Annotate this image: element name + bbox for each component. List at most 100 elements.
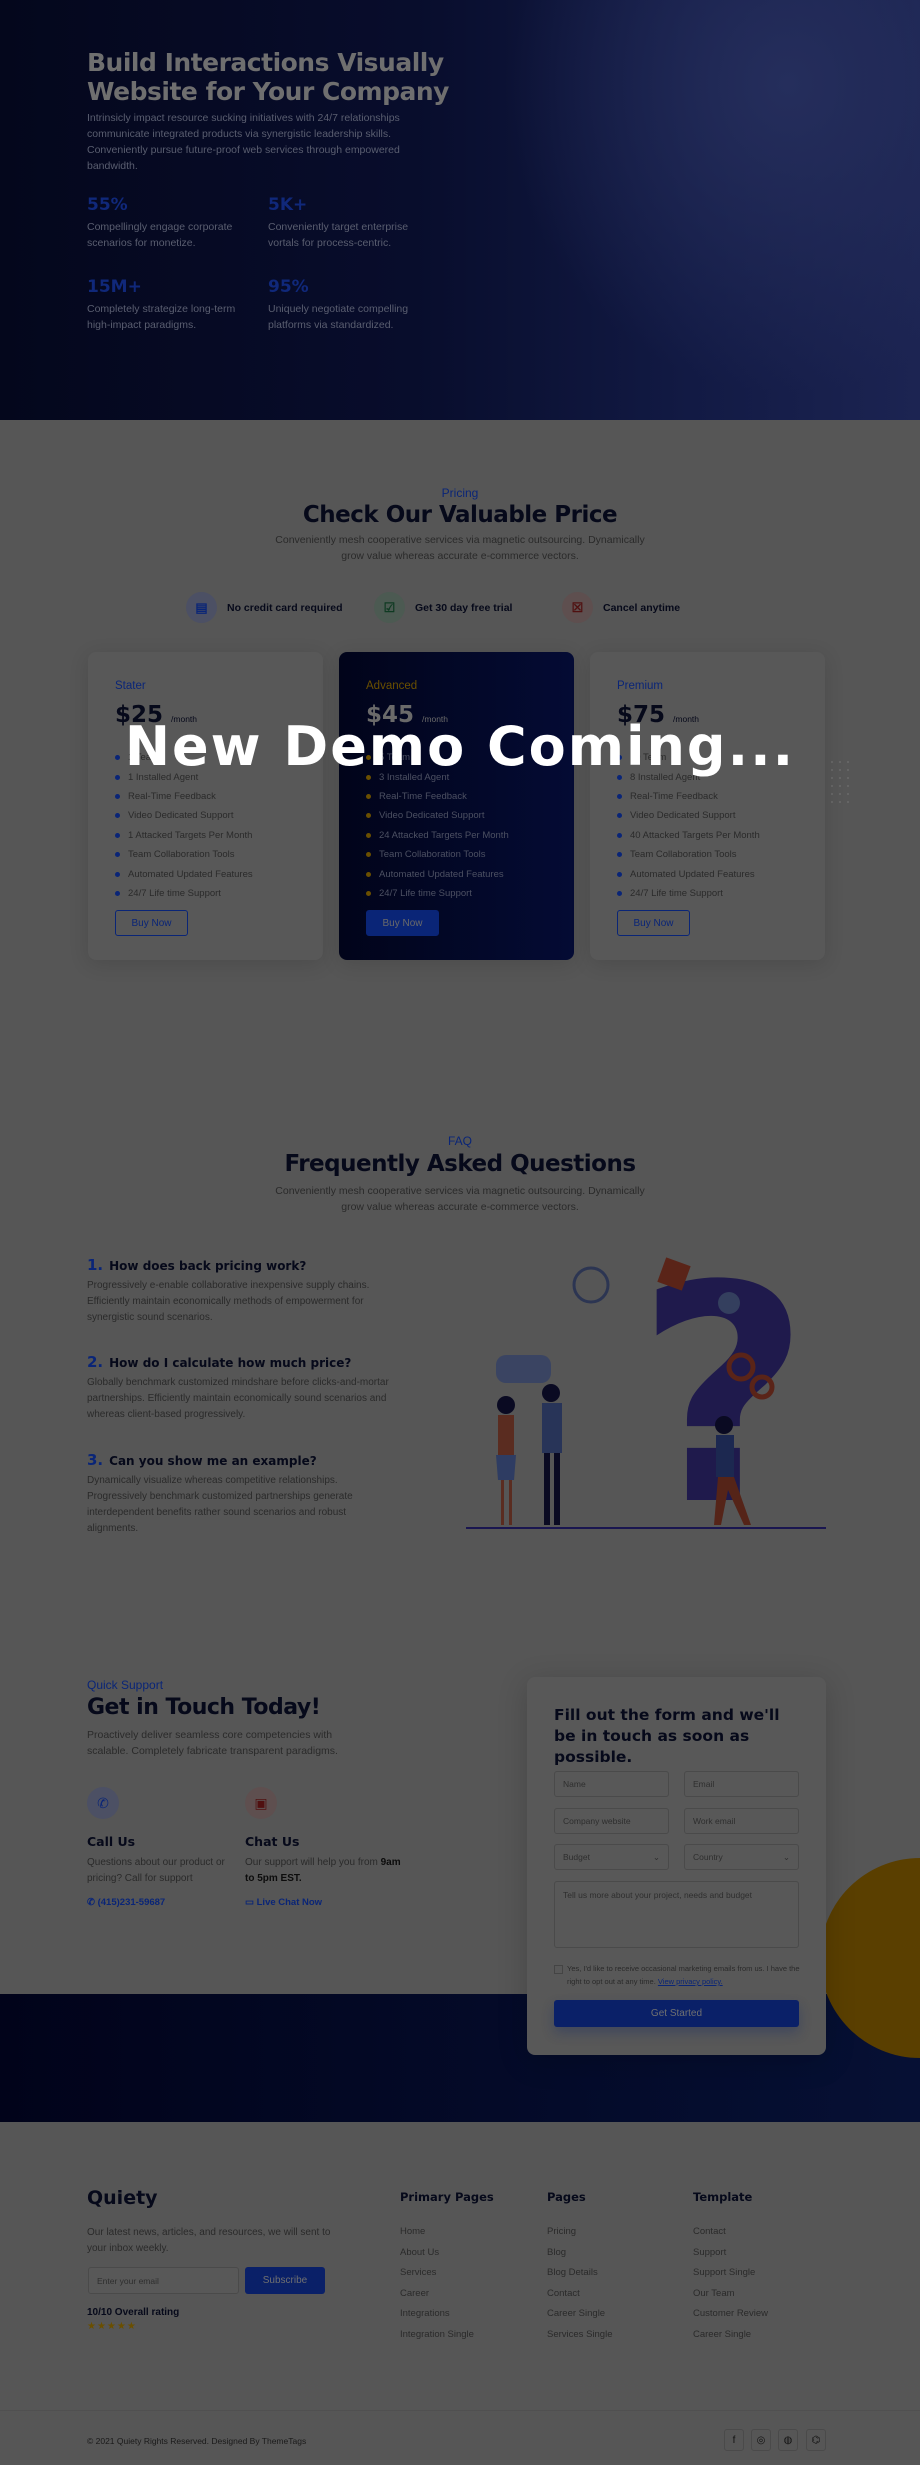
bullet-icon bbox=[366, 793, 371, 799]
bullet-icon bbox=[115, 793, 120, 799]
dribbble-icon[interactable]: ◍ bbox=[778, 2429, 798, 2451]
rating-label: 10/10 Overall rating bbox=[87, 2307, 180, 2318]
plan-feature: Team Collaboration Tools bbox=[115, 845, 296, 864]
plan-feature-label: 8 Installed Agent bbox=[630, 771, 701, 783]
live-chat-link[interactable]: ▭ Live Chat Now bbox=[245, 1897, 405, 1908]
faq-number: 3. bbox=[87, 1451, 104, 1469]
hero-background-image bbox=[480, 0, 920, 420]
faq-illustration: ? bbox=[466, 1255, 826, 1535]
faq-item[interactable]: 1. How does back pricing work? Progressive… bbox=[87, 1256, 397, 1326]
footer-logo[interactable]: Quiety bbox=[87, 2187, 158, 2209]
ground-line bbox=[466, 1527, 826, 1529]
bullet-icon bbox=[366, 755, 371, 761]
footer-link[interactable]: Contact bbox=[693, 2226, 726, 2237]
footer-link[interactable]: Blog bbox=[547, 2247, 566, 2258]
plan-feature: Automated Updated Features bbox=[366, 864, 547, 883]
plan-feature: 1 Attacked Targets Per Month bbox=[115, 826, 296, 845]
buy-now-button[interactable]: Buy Now bbox=[115, 910, 188, 936]
plan-feature-label: Real-Time Feedback bbox=[630, 790, 718, 802]
chevron-down-icon: ⌄ bbox=[652, 1851, 660, 1862]
phone-icon: ✆ bbox=[87, 1787, 119, 1819]
plan-feature-label: Real-Time Feedback bbox=[379, 790, 467, 802]
plan-feature-label: 24/7 Life time Support bbox=[630, 887, 723, 899]
stat: 5K+ Conveniently target enterprise vortal… bbox=[268, 195, 438, 251]
footer-link[interactable]: Pricing bbox=[547, 2226, 576, 2237]
plan-feature: Video Dedicated Support bbox=[366, 806, 547, 825]
stopwatch-icon bbox=[572, 1266, 610, 1304]
footer-link[interactable]: Career Single bbox=[693, 2329, 751, 2340]
plan-feature: Video Dedicated Support bbox=[115, 806, 296, 825]
footer-link[interactable]: Career bbox=[400, 2288, 429, 2299]
subscribe-button[interactable]: Subscribe bbox=[245, 2267, 325, 2294]
pricing-eyebrow: Pricing bbox=[441, 486, 479, 500]
footer-column-title: Pages bbox=[547, 2190, 586, 2204]
footer-link[interactable]: Integration Single bbox=[400, 2329, 474, 2340]
message-textarea[interactable]: Tell us more about your project, needs a… bbox=[554, 1881, 799, 1948]
chevron-down-icon: ⌄ bbox=[782, 1851, 790, 1862]
live-chat-label[interactable]: Live Chat Now bbox=[257, 1897, 322, 1908]
bullet-icon bbox=[115, 813, 120, 819]
plan-feature: Team Collaboration Tools bbox=[617, 845, 798, 864]
footer-link[interactable]: Support bbox=[693, 2247, 726, 2258]
contact-title: Get in Touch Today! bbox=[87, 1695, 321, 1720]
instagram-icon[interactable]: ◎ bbox=[751, 2429, 771, 2451]
feature-label: Cancel anytime bbox=[603, 601, 681, 614]
plan-feature: 1 Team bbox=[115, 748, 296, 767]
phone-number[interactable]: (415)231-59687 bbox=[98, 1897, 166, 1908]
plan-name: Premium bbox=[617, 680, 664, 692]
faq-subtitle: Conveniently mesh cooperative services v… bbox=[275, 1185, 645, 1213]
pricing-title: Check Our Valuable Price bbox=[302, 502, 618, 528]
chat-us-desc: Our support will help you from bbox=[245, 1857, 378, 1868]
stat-value: 15M+ bbox=[87, 277, 142, 297]
footer-link[interactable]: Home bbox=[400, 2226, 425, 2237]
pricing-card-stater: Stater $25 /month 1 Team 1 Installed Agent… bbox=[88, 652, 323, 960]
footer-link[interactable]: Our Team bbox=[693, 2288, 735, 2299]
footer-link[interactable]: Services bbox=[400, 2267, 436, 2278]
footer-link[interactable]: About Us bbox=[400, 2247, 439, 2258]
work-email-field[interactable]: Work email bbox=[684, 1808, 799, 1834]
privacy-policy-link[interactable]: View privacy policy. bbox=[658, 1977, 723, 1986]
faq-question: How do I calculate how much price? bbox=[109, 1356, 352, 1370]
buy-now-button[interactable]: Buy Now bbox=[617, 910, 690, 936]
country-value: Country bbox=[693, 1852, 723, 1862]
pricing-subtitle: Conveniently mesh cooperative services v… bbox=[275, 534, 645, 562]
plan-feature: 3 Installed Agent bbox=[366, 767, 547, 786]
phone-link[interactable]: ✆ (415)231-59687 bbox=[87, 1897, 247, 1908]
rating-stars: ★★★★★ bbox=[87, 2321, 137, 2332]
faq-item[interactable]: 2. How do I calculate how much price? Glob… bbox=[87, 1353, 397, 1423]
bullet-icon bbox=[617, 890, 622, 896]
get-started-button[interactable]: Get Started bbox=[554, 2000, 799, 2027]
footer-link[interactable]: Support Single bbox=[693, 2267, 755, 2278]
faq-question: Can you show me an example? bbox=[109, 1454, 317, 1468]
country-select[interactable]: Country ⌄ bbox=[684, 1844, 799, 1870]
stat-desc: Conveniently target enterprise vortals f… bbox=[268, 221, 409, 249]
company-website-field[interactable]: Company website bbox=[554, 1808, 669, 1834]
hero-text: Intrinsicly impact resource sucking init… bbox=[87, 112, 400, 172]
name-field[interactable]: Name bbox=[554, 1771, 669, 1797]
bullet-icon bbox=[366, 832, 371, 838]
footer-link[interactable]: Customer Review bbox=[693, 2308, 768, 2319]
consent-checkbox[interactable] bbox=[554, 1965, 563, 1974]
footer-link[interactable]: Integrations bbox=[400, 2308, 450, 2319]
bullet-icon bbox=[115, 755, 120, 761]
newsletter-email-input[interactable]: Enter your email bbox=[88, 2267, 239, 2294]
plan-feature-label: Video Dedicated Support bbox=[379, 810, 485, 822]
github-icon[interactable]: ⌬ bbox=[806, 2429, 826, 2451]
consent-text: Yes, I'd like to receive occasional mark… bbox=[567, 1962, 802, 1988]
faq-item[interactable]: 3. Can you show me an example? Dynamically… bbox=[87, 1451, 397, 1537]
footer-link[interactable]: Services Single bbox=[547, 2329, 612, 2340]
plan-feature-label: 24 Attacked Targets Per Month bbox=[379, 829, 509, 841]
email-field[interactable]: Email bbox=[684, 1771, 799, 1797]
plan-feature: Real-Time Feedback bbox=[115, 787, 296, 806]
facebook-icon[interactable]: f bbox=[724, 2429, 744, 2451]
bullet-icon bbox=[115, 832, 120, 838]
footer-link[interactable]: Contact bbox=[547, 2288, 580, 2299]
footer-link[interactable]: Blog Details bbox=[547, 2267, 598, 2278]
budget-select[interactable]: Budget ⌄ bbox=[554, 1844, 669, 1870]
buy-now-button[interactable]: Buy Now bbox=[366, 910, 439, 936]
chat-us-box: Chat Us Our support will help you from 9a… bbox=[245, 1834, 405, 1908]
faq-answer: Globally benchmark customized mindshare … bbox=[87, 1377, 389, 1420]
plan-feature: Automated Updated Features bbox=[617, 864, 798, 883]
footer-link[interactable]: Career Single bbox=[547, 2308, 605, 2319]
plan-name: Stater bbox=[115, 680, 146, 692]
